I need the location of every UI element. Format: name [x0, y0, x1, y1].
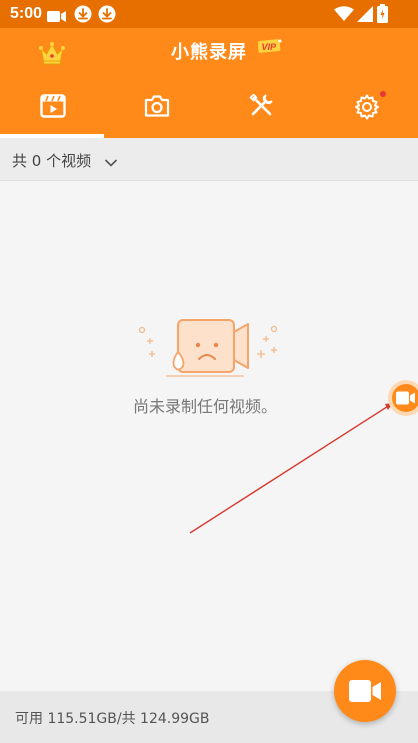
- video-camera-icon: [349, 680, 381, 702]
- status-bar: 5:00: [0, 0, 418, 28]
- annotation-arrow: [189, 402, 394, 534]
- vip-label: VIP: [262, 42, 278, 52]
- vip-badge: VIP: [257, 38, 282, 53]
- video-count-label: 共 0 个视频: [12, 152, 92, 170]
- download-icon: [74, 5, 92, 27]
- tab-bar: [0, 76, 418, 138]
- video-clapper-icon: [40, 94, 66, 118]
- storage-info: 可用 115.51GB/共 124.99GB: [15, 711, 210, 727]
- chevron-down-icon: [104, 153, 118, 172]
- gear-icon: [355, 94, 379, 120]
- camera-icon: [144, 95, 170, 117]
- app-header: 小熊录屏 VIP: [0, 28, 418, 76]
- tab-videos[interactable]: [0, 76, 104, 138]
- wifi-icon: [334, 6, 354, 26]
- notification-dot: [380, 91, 386, 97]
- status-time: 5:00: [10, 5, 43, 22]
- video-camera-icon: [47, 8, 67, 27]
- app-title: 小熊录屏: [171, 42, 247, 63]
- signal-icon: [357, 6, 373, 26]
- tab-tools[interactable]: [209, 76, 313, 138]
- video-filter-dropdown[interactable]: 共 0 个视频: [0, 138, 418, 181]
- tab-settings[interactable]: [314, 76, 418, 138]
- floating-record-shortcut[interactable]: [388, 380, 418, 416]
- video-camera-icon: [396, 391, 415, 405]
- download-icon: [98, 5, 116, 27]
- battery-icon: [377, 4, 388, 27]
- record-button[interactable]: [334, 660, 396, 722]
- video-list-area: 尚未录制任何视频。: [0, 181, 418, 691]
- tools-icon: [249, 94, 273, 116]
- tab-screenshots[interactable]: [104, 76, 208, 138]
